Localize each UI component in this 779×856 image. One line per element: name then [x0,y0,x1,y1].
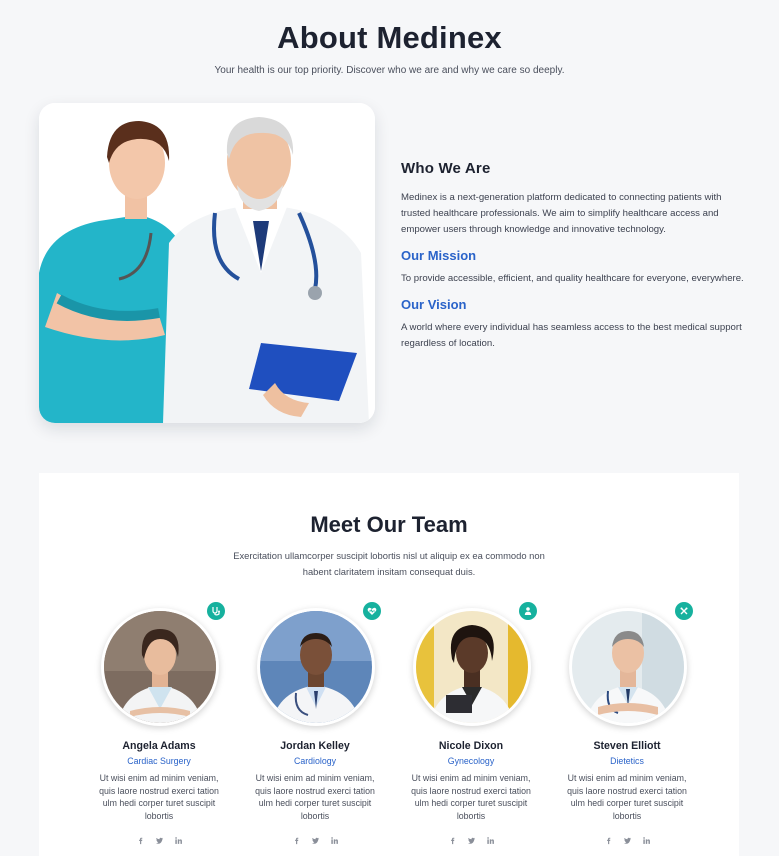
page-title: About Medinex [277,20,502,55]
who-we-are-text: Medinex is a next-generation platform de… [401,192,722,235]
social-links [547,832,707,845]
facebook-icon[interactable] [604,832,613,845]
avatar [413,608,531,726]
vision-text: A world where every individual has seaml… [401,322,742,349]
member-name: Jordan Kelley [280,740,350,752]
member-role: Dietetics [610,756,644,766]
member-role: Cardiology [293,756,337,766]
member-bio: Ut wisi enim ad minim veniam, quis laore… [99,773,219,821]
avatar [257,608,375,726]
twitter-icon[interactable] [311,832,320,844]
linkedin-icon[interactable] [330,832,339,844]
social-links [391,832,551,845]
member-role: Cardiac Surgery [127,756,191,766]
social-links [79,832,239,845]
facebook-icon[interactable] [136,832,145,845]
member-bio: Ut wisi enim ad minim veniam, quis laore… [255,773,375,821]
cutlery-icon [675,602,693,620]
team-section: Meet Our Team Exercitation ullamcorper s… [39,473,739,856]
member-role: Gynecology [447,756,495,766]
avatar [569,608,687,726]
twitter-icon[interactable] [155,832,164,844]
facebook-icon[interactable] [448,832,457,845]
mission-heading: Our Mission [401,248,477,263]
member-bio: Ut wisi enim ad minim veniam, quis laore… [567,773,687,821]
twitter-icon[interactable] [623,832,632,844]
social-links [235,832,395,845]
vision-heading: Our Vision [401,297,467,312]
member-name: Nicole Dixon [438,740,504,752]
linkedin-icon[interactable] [174,832,183,844]
who-we-are-heading: Who We Are [401,160,491,177]
twitter-icon[interactable] [467,832,476,844]
team-title: Meet Our Team [310,512,468,537]
page-subtitle: Your health is our top priority. Discove… [214,65,565,76]
facebook-icon[interactable] [292,832,301,845]
member-bio: Ut wisi enim ad minim veniam, quis laore… [411,773,531,821]
mission-text: To provide accessible, efficient, and qu… [401,273,744,284]
member-name: Steven Elliott [593,740,661,752]
heart-pulse-icon [363,602,381,620]
about-text-block: Who We Are Medinex is a next-generation … [401,160,746,352]
linkedin-icon[interactable] [486,832,495,844]
linkedin-icon[interactable] [642,832,651,844]
team-description: Exercitation ullamcorper suscipit lobort… [233,550,545,577]
about-photo [39,103,375,423]
avatar [101,608,219,726]
doctor-icon [519,602,537,620]
member-name: Angela Adams [122,740,196,752]
stethoscope-icon [207,602,225,620]
